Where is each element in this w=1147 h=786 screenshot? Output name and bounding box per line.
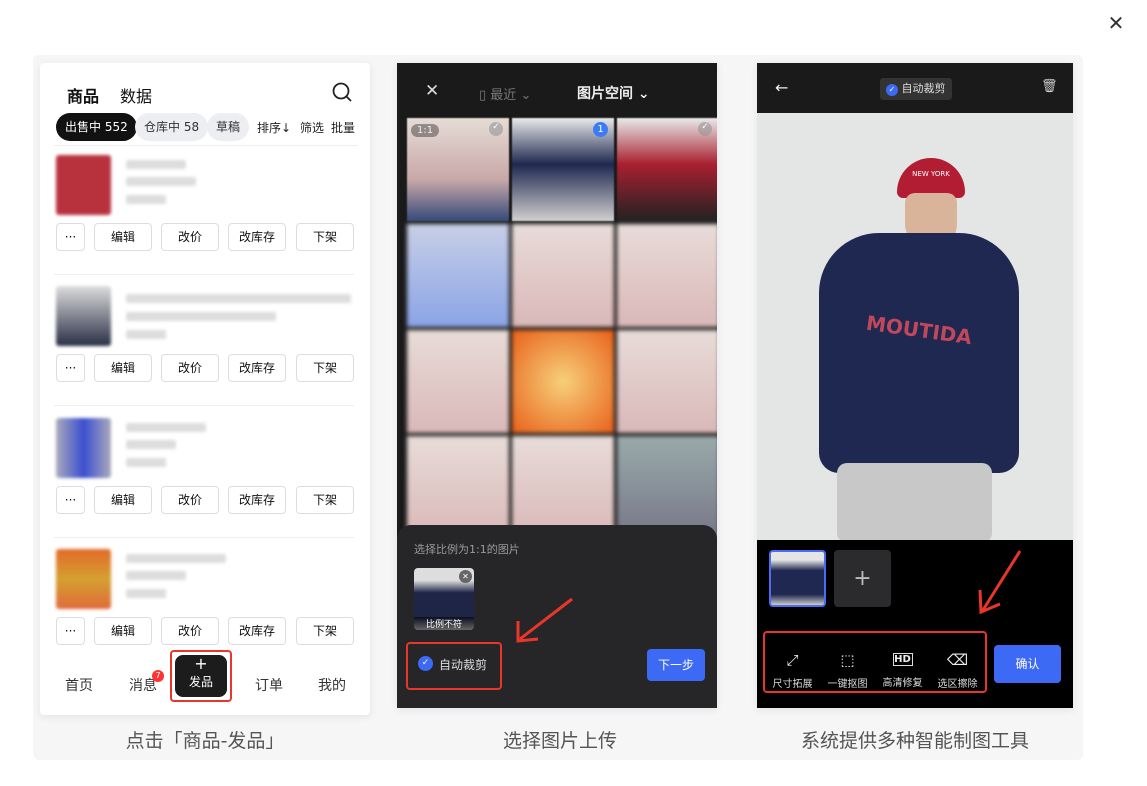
gallery-image[interactable]	[617, 436, 717, 539]
tool-hd-repair[interactable]: HD 高清修复	[875, 651, 930, 689]
gallery-image[interactable]	[512, 224, 614, 327]
gallery-image[interactable]	[617, 330, 717, 433]
nav-home[interactable]: 首页	[65, 675, 93, 695]
selected-thumbnail[interactable]: 比例不符 ✕	[414, 568, 474, 630]
recent-label: 最近	[490, 88, 517, 103]
tools-highlight: ⤢ 尺寸拓展 ⬚ 一键抠图 HD 高清修复 ⌫ 选区擦除	[763, 631, 987, 693]
selected-thumbnail[interactable]	[769, 550, 826, 607]
nav-me[interactable]: 我的	[318, 675, 346, 695]
row-action-3[interactable]: 改库存	[228, 486, 286, 514]
cutout-icon: ⬚	[840, 651, 855, 669]
caption-step-1: 点击「商品-发品」	[125, 730, 285, 752]
space-label: 图片空间	[577, 86, 633, 102]
trash-icon[interactable]: 🗑	[1041, 79, 1058, 94]
gallery-image[interactable]	[512, 436, 614, 539]
row-action-2[interactable]: 改价	[161, 223, 219, 251]
row-action-1[interactable]: 编辑	[94, 486, 152, 514]
gallery-image[interactable]	[407, 436, 509, 539]
sort-button[interactable]: 排序↓	[257, 119, 291, 136]
tool-cutout[interactable]: ⬚ 一键抠图	[820, 651, 875, 690]
hd-icon: HD	[892, 653, 913, 666]
cap-shape: NEW YORK	[897, 158, 965, 198]
close-icon[interactable]: ✕	[425, 81, 439, 101]
caption-step-3: 系统提供多种智能制图工具	[800, 730, 1029, 752]
batch-button[interactable]: 批量	[331, 119, 355, 136]
chip-warehouse[interactable]: 仓库中 58	[135, 113, 209, 141]
eraser-icon: ⌫	[946, 651, 969, 669]
check-icon: ✓	[886, 84, 898, 96]
row-action-1[interactable]: 编辑	[94, 223, 152, 251]
phone-image-editor: ← ✓ 自动裁剪 🗑 NEW YORK MOUTIDA + ⤢ 尺寸拓展 ⬚ 一键抠…	[757, 63, 1073, 708]
confirm-button[interactable]: 确认	[994, 645, 1061, 683]
publish-highlight: + 发品	[170, 650, 232, 702]
tool-area-erase[interactable]: ⌫ 选区擦除	[930, 651, 985, 690]
sheet-title: 选择比例为1:1的图片	[414, 543, 520, 556]
recent-dropdown[interactable]: ▯ 最近 ⌄	[479, 84, 531, 103]
back-arrow-icon[interactable]: ←	[775, 78, 788, 97]
row-action-2[interactable]: 改价	[161, 354, 219, 382]
auto-crop-checkbox[interactable]: ✓	[418, 656, 433, 671]
add-image-button[interactable]: +	[834, 550, 891, 607]
row-action-0[interactable]: ···	[56, 223, 85, 251]
arrow-annotation	[516, 597, 573, 643]
gallery-image[interactable]	[512, 330, 614, 433]
gallery-image[interactable]	[407, 224, 509, 327]
row-action-3[interactable]: 改库存	[228, 223, 286, 251]
phone-image-picker: ✕ ▯ 最近 ⌄ 图片空间 ⌄ 1:1 1 ✓ ✓ 选择比例为1:1的图片 比例…	[397, 63, 717, 708]
next-button[interactable]: 下一步	[647, 649, 705, 681]
tab-data[interactable]: 数据	[120, 83, 152, 107]
filter-button[interactable]: 筛选	[300, 119, 324, 136]
selected-index-badge[interactable]: 1	[593, 122, 608, 137]
row-action-3[interactable]: 改库存	[228, 354, 286, 382]
row-action-0[interactable]: ···	[56, 486, 85, 514]
product-thumbnail	[56, 286, 111, 346]
nav-orders[interactable]: 订单	[255, 675, 283, 695]
select-checkbox[interactable]: ✓	[489, 122, 503, 136]
row-action-4[interactable]: 下架	[296, 486, 354, 514]
product-thumbnail	[56, 418, 111, 478]
product-row[interactable]	[54, 155, 354, 275]
row-action-1[interactable]: 编辑	[94, 617, 152, 645]
message-badge: 7	[152, 670, 164, 682]
ratio-mismatch-label: 比例不符	[414, 617, 474, 630]
phone-product-list: 商品 数据 出售中 552 仓库中 58 草稿 排序↓ 筛选 批量 ··· 编辑改…	[40, 63, 370, 715]
hoodie-shape: MOUTIDA	[819, 233, 1019, 473]
row-action-0[interactable]: ···	[56, 354, 85, 382]
remove-icon[interactable]: ✕	[459, 570, 472, 583]
caption-step-2: 选择图片上传	[502, 730, 617, 752]
row-action-1[interactable]: 编辑	[94, 354, 152, 382]
select-checkbox[interactable]: ✓	[698, 122, 712, 136]
row-action-2[interactable]: 改价	[161, 486, 219, 514]
product-row[interactable]	[54, 286, 354, 406]
gallery-image[interactable]	[407, 330, 509, 433]
expand-icon: ⤢	[786, 651, 799, 669]
row-action-4[interactable]: 下架	[296, 617, 354, 645]
image-space-dropdown[interactable]: 图片空间 ⌄	[577, 83, 650, 103]
ratio-tag: 1:1	[411, 124, 440, 137]
search-icon[interactable]	[331, 81, 353, 103]
auto-crop-label: 自动裁剪	[901, 82, 946, 95]
selection-sheet: 选择比例为1:1的图片 比例不符 ✕ ✓ 自动裁剪 下一步	[397, 525, 717, 708]
row-action-2[interactable]: 改价	[161, 617, 219, 645]
plus-icon: +	[194, 654, 208, 673]
product-thumbnail	[56, 549, 111, 609]
chip-on-sale[interactable]: 出售中 552	[56, 113, 137, 141]
product-thumbnail	[56, 155, 111, 215]
row-action-4[interactable]: 下架	[296, 223, 354, 251]
row-action-4[interactable]: 下架	[296, 354, 354, 382]
tool-size-expand[interactable]: ⤢ 尺寸拓展	[765, 651, 820, 690]
tab-goods[interactable]: 商品	[67, 83, 99, 107]
publish-button[interactable]: + 发品	[175, 655, 227, 697]
close-icon[interactable]: ✕	[1105, 12, 1127, 34]
arrow-annotation	[978, 550, 1022, 615]
gallery-image[interactable]	[617, 224, 717, 327]
publish-label: 发品	[188, 675, 213, 689]
edited-photo: NEW YORK MOUTIDA	[757, 113, 1073, 540]
product-row[interactable]	[54, 418, 354, 538]
auto-crop-label: 自动裁剪	[439, 658, 488, 672]
row-action-0[interactable]: ···	[56, 617, 85, 645]
auto-crop-toggle[interactable]: ✓ 自动裁剪	[880, 78, 952, 100]
chip-draft[interactable]: 草稿	[207, 113, 250, 141]
row-action-3[interactable]: 改库存	[228, 617, 286, 645]
